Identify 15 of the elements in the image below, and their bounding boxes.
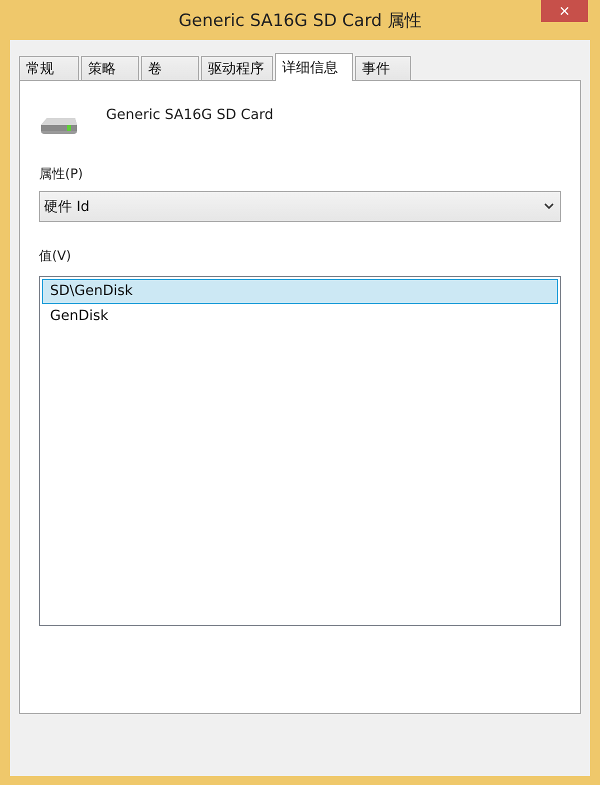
property-dropdown[interactable]: 硬件 Id <box>39 191 561 222</box>
tab[interactable]: 详细信息 <box>275 53 353 81</box>
device-name: Generic SA16G SD Card <box>106 107 274 123</box>
caret-icon <box>544 203 554 210</box>
value-label: 值(V) <box>39 248 72 265</box>
tab[interactable]: 卷 <box>141 56 199 80</box>
tab[interactable]: 常规 <box>19 56 79 80</box>
list-item[interactable]: GenDisk <box>42 304 558 329</box>
tab[interactable]: 驱动程序 <box>201 56 273 80</box>
property-label: 属性(P) <box>39 166 84 183</box>
tab[interactable]: 策略 <box>81 56 139 80</box>
list-item[interactable]: SD\GenDisk <box>42 279 558 304</box>
tab[interactable]: 事件 <box>355 56 411 80</box>
close-button[interactable]: × <box>541 0 588 22</box>
window-title: Generic SA16G SD Card 属性 <box>178 10 422 32</box>
